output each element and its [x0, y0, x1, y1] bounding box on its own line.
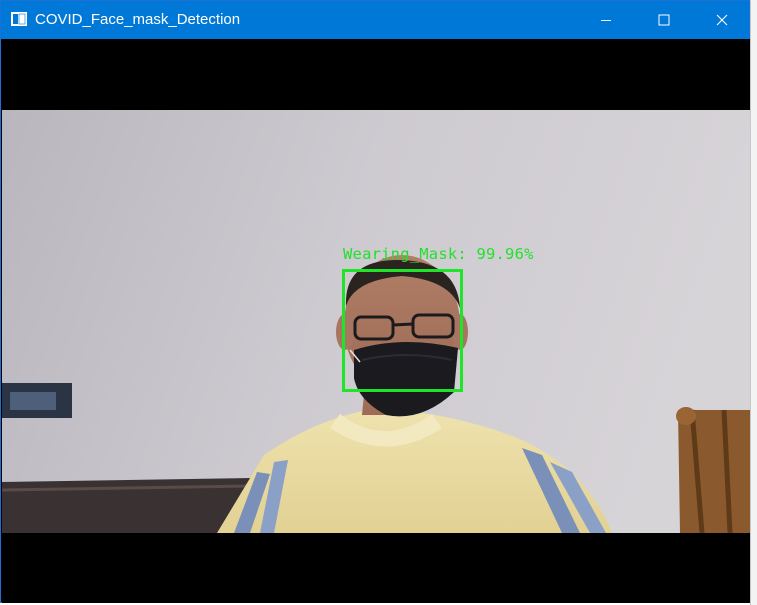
maximize-icon [658, 14, 670, 26]
background-window-edge [750, 0, 757, 605]
app-window: COVID_Face_mask_Detection Wearing_Mask: … [0, 0, 750, 603]
close-icon [716, 14, 728, 26]
app-icon [11, 12, 27, 26]
background-text [752, 48, 757, 58]
detection-bounding-box [342, 269, 463, 392]
maximize-button[interactable] [641, 1, 687, 39]
video-frame: Wearing_Mask: 99.96% [2, 39, 750, 603]
detection-label: Wearing_Mask: 99.96% [343, 245, 534, 263]
minimize-icon [601, 20, 611, 21]
close-button[interactable] [699, 1, 745, 39]
window-title: COVID_Face_mask_Detection [35, 11, 241, 28]
minimize-button[interactable] [583, 1, 629, 39]
title-bar[interactable]: COVID_Face_mask_Detection [1, 1, 749, 39]
